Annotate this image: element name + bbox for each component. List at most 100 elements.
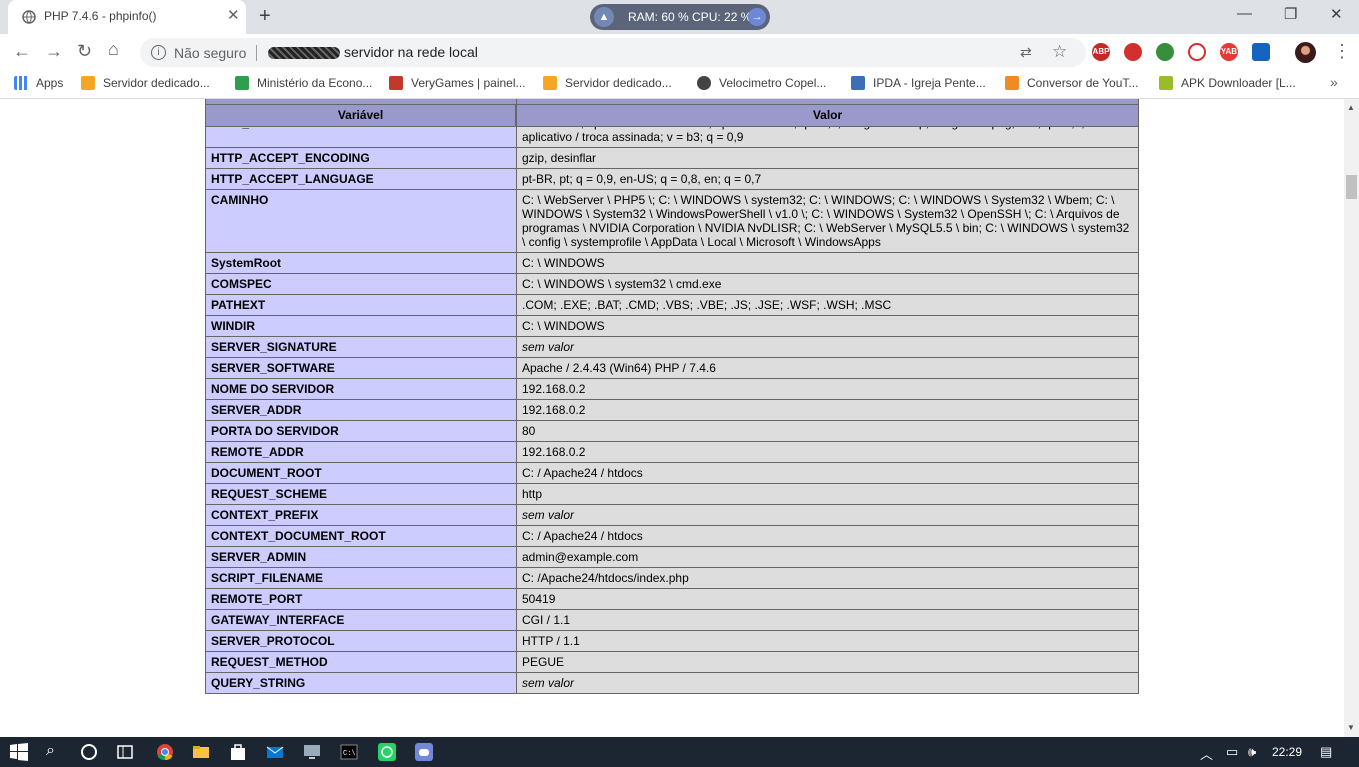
address-bar[interactable]: i Não seguro servidor na rede local ⇄ ☆ [140, 38, 1086, 67]
verygames-icon [389, 76, 403, 90]
bookmark-item[interactable]: Velocimetro Copel... [697, 76, 826, 90]
store-icon[interactable] [229, 743, 247, 761]
restore-button[interactable]: ❐ [1284, 5, 1297, 23]
globe-extension-icon[interactable] [1156, 43, 1174, 61]
bookmark-star-icon[interactable]: ☆ [1052, 42, 1067, 62]
apk-icon [1159, 76, 1173, 90]
variable-value: 192.168.0.2 [516, 378, 1139, 400]
table-row: COMSPEC C: \ WINDOWS \ system32 \ cmd.exe [205, 273, 1139, 295]
browser-tab[interactable]: PHP 7.4.6 - phpinfo() ✕ [8, 0, 246, 34]
variable-value: C: \ WebServer \ PHP5 \; C: \ WINDOWS \ … [516, 189, 1139, 253]
apps-grid-icon [14, 76, 28, 90]
forward-icon[interactable]: → [45, 41, 63, 62]
home-icon[interactable]: ⌂ [108, 39, 119, 60]
close-window-button[interactable]: ✕ [1330, 5, 1343, 23]
table-row: SystemRoot C: \ WINDOWS [205, 252, 1139, 274]
arrow-right-icon[interactable]: → [748, 8, 766, 26]
profile-avatar[interactable] [1295, 42, 1316, 63]
table-row: NOME DO SERVIDOR 192.168.0.2 [205, 378, 1139, 400]
separator [256, 45, 257, 61]
variable-name: NOME DO SERVIDOR [205, 378, 517, 400]
not-secure-label[interactable]: Não seguro [174, 45, 246, 61]
tab-close-icon[interactable]: ✕ [227, 8, 240, 24]
variable-name: HTTP_ACCEPT_LANGUAGE [205, 168, 517, 190]
block-icon[interactable] [1188, 43, 1206, 61]
variable-name: CONTEXT_DOCUMENT_ROOT [205, 525, 517, 547]
bookmark-item[interactable]: IPDA - Igreja Pente... [851, 76, 986, 90]
table-row: HTTP_ACCEPT_ENCODING gzip, desinflar [205, 147, 1139, 169]
table-row: SCRIPT_FILENAME C: /Apache24/htdocs/index… [205, 567, 1139, 589]
windows-taskbar: ⌕ C:\ ︿ ▭ 🕪 22:29 ▤ [0, 737, 1359, 767]
table-row: CONTEXT_PREFIX sem valor [205, 504, 1139, 526]
volume-icon[interactable]: 🕪 [1248, 744, 1256, 760]
variable-name: SystemRoot [205, 252, 517, 274]
clock[interactable]: 22:29 [1272, 745, 1302, 759]
translate-icon[interactable]: ⇄ [1020, 44, 1032, 61]
system-monitor-widget[interactable]: ▲ RAM: 60 % CPU: 22 % → [590, 4, 770, 30]
show-hidden-icons-icon[interactable]: ︿ [1200, 744, 1213, 763]
bookmark-item[interactable]: Servidor dedicado... [81, 76, 210, 90]
church-icon [851, 76, 865, 90]
variable-value: C: \ WINDOWS [516, 252, 1139, 274]
variable-value: sem valor [516, 504, 1139, 526]
menu-kebab-icon[interactable]: ⋮ [1333, 41, 1351, 62]
variable-name: SERVER_SOFTWARE [205, 357, 517, 379]
bookmark-apps[interactable]: Apps [14, 76, 63, 90]
cmd-icon[interactable]: C:\ [340, 743, 358, 761]
table-row: SERVER_ADMIN admin@example.com [205, 546, 1139, 568]
task-view-icon[interactable] [116, 743, 134, 761]
variable-value: 192.168.0.2 [516, 399, 1139, 421]
variable-name: SERVER_SIGNATURE [205, 336, 517, 358]
start-icon[interactable] [10, 743, 28, 761]
minimize-button[interactable]: — [1237, 5, 1252, 22]
variable-name: REQUEST_METHOD [205, 651, 517, 673]
scroll-down-icon[interactable]: ▼ [1347, 723, 1355, 732]
bookmark-item[interactable]: Conversor de YouT... [1005, 76, 1138, 90]
new-tab-button[interactable]: + [259, 5, 271, 28]
variable-name: COMSPEC [205, 273, 517, 295]
ublock-icon[interactable] [1124, 43, 1142, 61]
variable-value: C: /Apache24/htdocs/index.php [516, 567, 1139, 589]
scroll-up-icon[interactable]: ▲ [1347, 103, 1355, 112]
bookmarks-bar: Apps Servidor dedicado... Ministério da … [0, 70, 1359, 99]
globe-icon [22, 10, 36, 24]
bookmark-orange-icon [543, 76, 557, 90]
variable-value: C: \ WINDOWS [516, 315, 1139, 337]
variable-value: sem valor [516, 336, 1139, 358]
bookmark-item[interactable]: VeryGames | painel... [389, 76, 526, 90]
bookmark-item[interactable]: Ministério da Econo... [235, 76, 372, 90]
chrome-icon[interactable] [156, 743, 174, 761]
variable-value: 50419 [516, 588, 1139, 610]
table-row: SERVER_SIGNATURE sem valor [205, 336, 1139, 358]
back-icon[interactable]: ← [13, 41, 31, 62]
variable-name: REMOTE_PORT [205, 588, 517, 610]
scrollbar-thumb[interactable] [1346, 175, 1357, 199]
info-icon[interactable]: i [151, 45, 166, 60]
adblock-plus-icon[interactable]: ABP [1092, 43, 1110, 61]
bookmark-item[interactable]: APK Downloader [L... [1159, 76, 1296, 90]
whatsapp-icon[interactable] [378, 743, 396, 761]
rocket-icon: ▲ [594, 7, 614, 27]
variable-name: DOCUMENT_ROOT [205, 462, 517, 484]
download-icon[interactable] [1252, 43, 1270, 61]
cortana-icon[interactable] [80, 743, 98, 761]
variable-value: 80 [516, 420, 1139, 442]
remote-desktop-icon[interactable] [303, 743, 321, 761]
search-icon[interactable]: ⌕ [46, 742, 55, 760]
discord-icon[interactable] [415, 743, 433, 761]
file-explorer-icon[interactable] [192, 743, 210, 761]
variable-name: REQUEST_SCHEME [205, 483, 517, 505]
vertical-scrollbar[interactable]: ▲ ▼ [1344, 99, 1359, 737]
variable-name: CAMINHO [205, 189, 517, 253]
phpinfo-table: HTTP_ACCEPTtexto / html, aplicativo / xh… [205, 99, 1139, 694]
variable-value: http [516, 483, 1139, 505]
network-icon[interactable]: ▭ [1226, 744, 1238, 760]
url-text[interactable]: servidor na rede local [344, 44, 478, 60]
variable-name: WINDIR [205, 315, 517, 337]
bookmark-item[interactable]: Servidor dedicado... [543, 76, 672, 90]
mail-icon[interactable] [266, 743, 284, 761]
notifications-icon[interactable]: ▤ [1320, 744, 1332, 760]
yab-extension-icon[interactable]: YAB [1220, 43, 1238, 61]
reload-icon[interactable]: ↻ [77, 41, 92, 62]
bookmarks-overflow-icon[interactable]: » [1330, 74, 1338, 90]
